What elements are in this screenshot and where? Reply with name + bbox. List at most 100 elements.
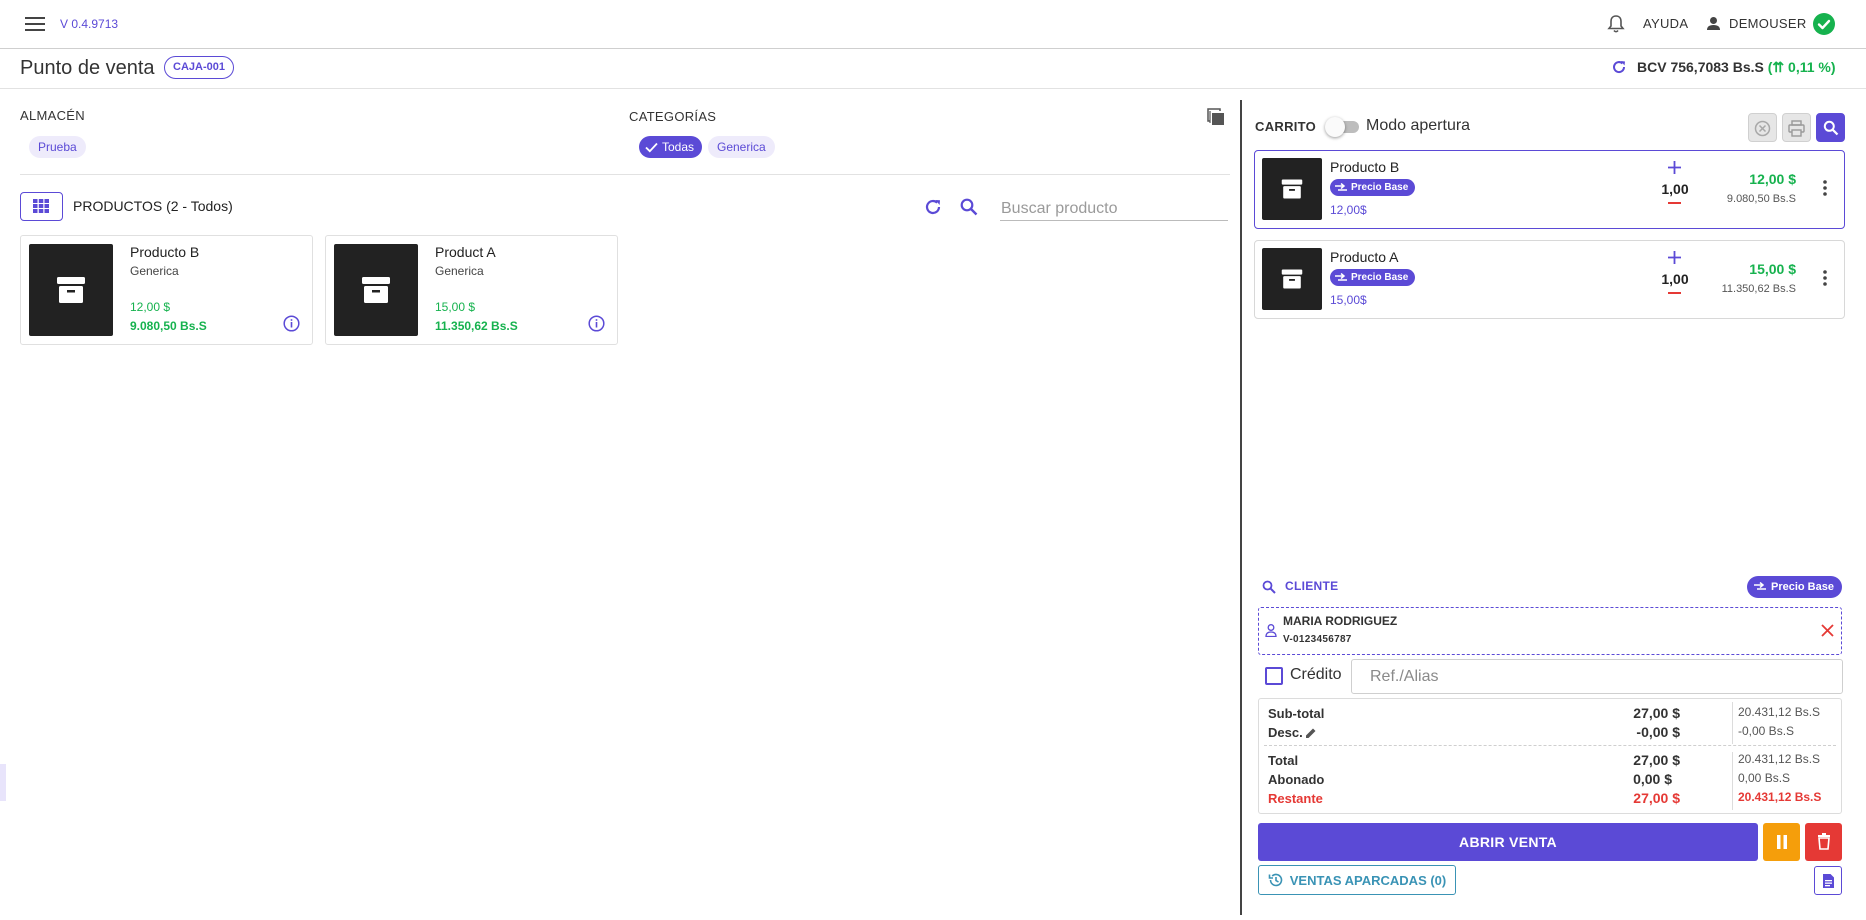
product-price-bs: 11.350,62 Bs.S	[435, 319, 518, 333]
cart-item-image	[1262, 248, 1322, 310]
page-header	[0, 49, 1866, 89]
increase-qty-icon[interactable]	[1668, 251, 1681, 264]
refresh-products-icon[interactable]	[924, 198, 942, 216]
product-card[interactable]: Product A Generica 15,00 $ 11.350,62 Bs.…	[325, 235, 618, 345]
cart-item-unit-price: 15,00$	[1330, 293, 1367, 307]
exchange-rate: BCV 756,7083 Bs.S (⇈ 0,11 %)	[1637, 59, 1836, 76]
cart-item-name: Producto B	[1330, 159, 1400, 175]
product-card[interactable]: Producto B Generica 12,00 $ 9.080,50 Bs.…	[20, 235, 313, 345]
search-icon	[960, 198, 978, 216]
cart-item[interactable]: Producto A Precio Base 15,00$ 1,00 15,00…	[1254, 240, 1845, 319]
client-price-list-label: Precio Base	[1771, 581, 1834, 593]
swap-icon	[1335, 182, 1347, 191]
help-link[interactable]: AYUDA	[1643, 16, 1688, 31]
product-image	[29, 244, 113, 336]
menu-icon[interactable]	[25, 16, 45, 32]
cart-search-button[interactable]	[1816, 113, 1845, 142]
paid-label: Abonado	[1268, 772, 1325, 787]
credit-checkbox[interactable]	[1265, 667, 1283, 685]
product-price-usd: 12,00 $	[130, 300, 171, 314]
info-icon[interactable]	[588, 315, 605, 332]
remaining-usd: 27,00 $	[1633, 790, 1680, 806]
paid-usd: 0,00 $	[1633, 771, 1672, 787]
subtotal-usd: 27,00 $	[1633, 705, 1680, 721]
product-category: Generica	[130, 264, 179, 278]
client-price-list-badge[interactable]: Precio Base	[1747, 576, 1842, 598]
cart-item-qty[interactable]: 1,00	[1655, 271, 1695, 287]
copy-icon[interactable]	[1207, 108, 1225, 126]
total-usd: 27,00 $	[1633, 752, 1680, 768]
cash-register-badge: CAJA-001	[164, 56, 234, 79]
increase-qty-icon[interactable]	[1668, 161, 1681, 174]
products-header: PRODUCTOS (2 - Todos)	[73, 198, 233, 214]
page-title: Punto de venta	[20, 57, 155, 79]
user-icon	[1706, 16, 1721, 31]
discount-label: Desc.	[1268, 725, 1303, 740]
parked-sales-label: VENTAS APARCADAS (0)	[1289, 872, 1447, 888]
client-label[interactable]: CLIENTE	[1285, 579, 1338, 593]
paid-bs: 0,00 Bs.S	[1738, 771, 1791, 785]
grid-view-button[interactable]	[20, 192, 63, 221]
exchange-rate-change: (⇈ 0,11 %)	[1767, 59, 1836, 75]
cart-item-qty[interactable]: 1,00	[1655, 181, 1695, 197]
remove-client-icon[interactable]	[1821, 624, 1834, 637]
cart-item-total-bs: 11.350,62 Bs.S	[1721, 283, 1796, 295]
more-options-icon[interactable]	[1823, 180, 1827, 196]
archive-icon	[57, 277, 85, 303]
almacen-chip-prueba[interactable]: Prueba	[29, 136, 86, 158]
archive-icon	[362, 277, 390, 303]
cancel-circle-icon	[1754, 120, 1771, 137]
bell-icon[interactable]	[1607, 14, 1625, 34]
price-list-tag[interactable]: Precio Base	[1330, 269, 1416, 286]
client-search-icon[interactable]	[1262, 580, 1276, 594]
more-options-icon[interactable]	[1823, 270, 1827, 286]
mode-toggle-knob[interactable]	[1325, 117, 1345, 137]
subtotal-label: Sub-total	[1268, 706, 1325, 721]
client-name: MARIA RODRIGUEZ	[1283, 614, 1398, 628]
print-button[interactable]	[1782, 113, 1811, 142]
cart-item-image	[1262, 158, 1322, 220]
category-chip-todas[interactable]: Todas	[639, 136, 703, 158]
decrease-qty-icon[interactable]	[1668, 202, 1681, 204]
cart-item-total-usd: 15,00 $	[1749, 261, 1796, 277]
panel-divider[interactable]	[1240, 100, 1242, 915]
product-search-input[interactable]	[1000, 197, 1228, 221]
print-icon	[1788, 120, 1805, 137]
connection-status-icon	[1813, 13, 1835, 35]
user-menu[interactable]: DEMOUSER	[1729, 16, 1807, 31]
document-button[interactable]	[1814, 866, 1842, 895]
filters-divider	[20, 174, 1230, 175]
categorias-label: CATEGORÍAS	[629, 109, 717, 124]
cart-item-unit-price: 12,00$	[1330, 203, 1367, 217]
parked-sales-button[interactable]: VENTAS APARCADAS (0)	[1258, 865, 1456, 895]
delete-sale-button[interactable]	[1805, 823, 1842, 861]
refresh-rate-icon[interactable]	[1611, 59, 1627, 75]
reference-alias-input[interactable]	[1351, 659, 1843, 694]
trash-icon	[1817, 833, 1830, 850]
cart-item[interactable]: Producto B Precio Base 12,00$ 1,00 12,00…	[1254, 150, 1845, 229]
info-icon[interactable]	[283, 315, 300, 332]
remaining-bs: 20.431,12 Bs.S	[1738, 790, 1822, 804]
price-list-tag[interactable]: Precio Base	[1330, 179, 1416, 196]
cart-item-total-usd: 12,00 $	[1749, 171, 1796, 187]
decrease-qty-icon[interactable]	[1668, 292, 1681, 294]
cart-item-name: Producto A	[1330, 249, 1399, 265]
remaining-label: Restante	[1268, 791, 1323, 806]
category-chip-label: Todas	[662, 140, 695, 154]
total-bs: 20.431,12 Bs.S	[1738, 752, 1821, 766]
search-icon	[1823, 120, 1838, 136]
discount-bs: -0,00 Bs.S	[1738, 724, 1795, 738]
discount-usd: -0,00 $	[1636, 724, 1680, 740]
side-drawer-handle[interactable]	[0, 764, 6, 801]
category-chip-generica[interactable]: Generica	[708, 136, 775, 158]
almacen-label: ALMACÉN	[20, 108, 85, 123]
person-icon	[1265, 624, 1277, 637]
app-version: V 0.4.9713	[60, 17, 119, 31]
cart-item-total-bs: 9.080,50 Bs.S	[1726, 193, 1796, 205]
park-sale-button[interactable]	[1763, 823, 1800, 861]
edit-discount-icon[interactable]	[1305, 727, 1317, 739]
clear-cart-button[interactable]	[1748, 113, 1777, 142]
totals-separator	[1732, 752, 1733, 810]
credit-label: Crédito	[1290, 666, 1342, 683]
open-sale-button[interactable]: ABRIR VENTA	[1258, 823, 1758, 861]
